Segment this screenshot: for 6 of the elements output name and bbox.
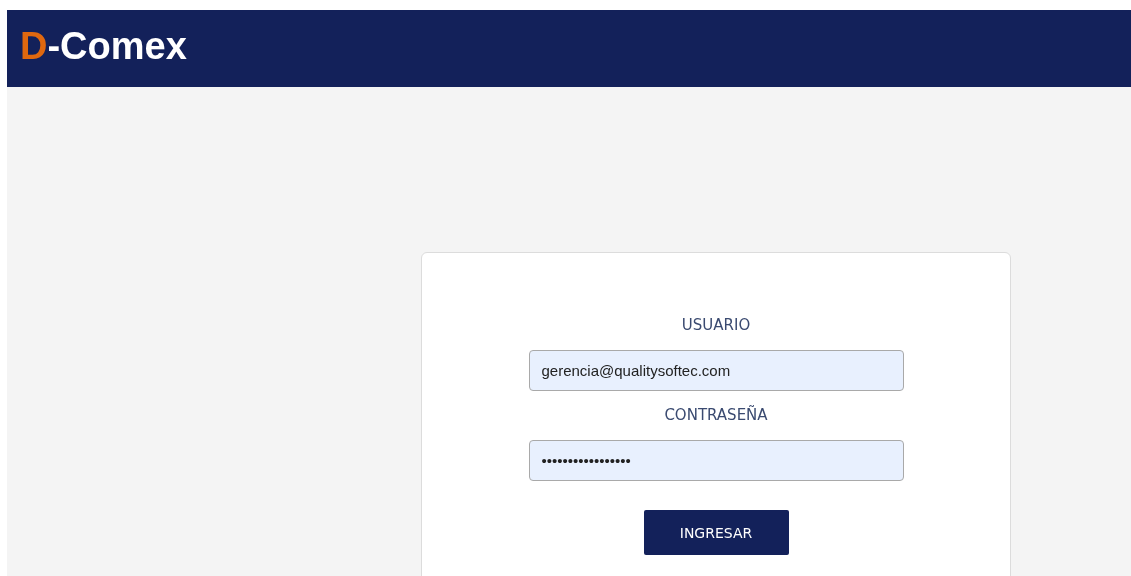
password-field[interactable]: •••••••••••••••••: [528, 440, 904, 481]
logo: D-Comex: [20, 24, 187, 68]
field-label: USUARIO: [681, 315, 751, 335]
username-field[interactable]: gerencia@qualitysoftec.com: [528, 350, 904, 391]
field-label: CONTRASEÑA: [664, 405, 768, 425]
login-button[interactable]: INGRESAR: [643, 510, 789, 555]
